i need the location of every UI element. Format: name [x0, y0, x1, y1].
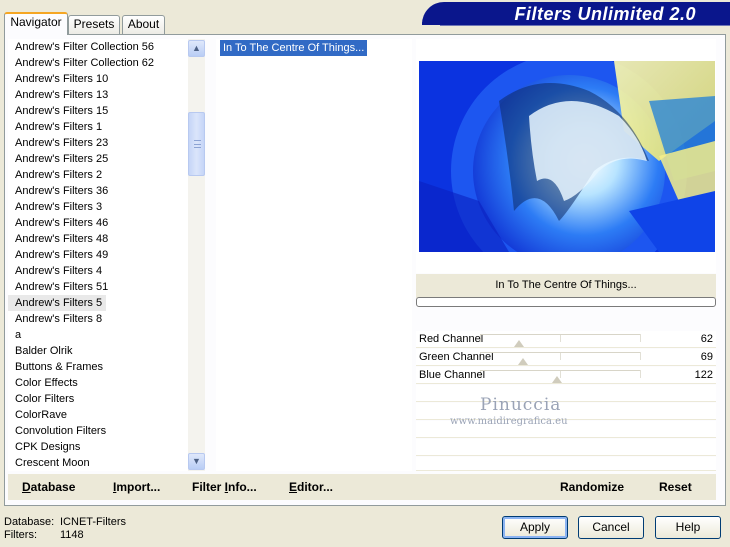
category-item[interactable]: Andrew's Filters 2 — [8, 167, 188, 183]
slider-value: 69 — [700, 351, 713, 363]
status-database-value: ICNET-Filters — [60, 516, 126, 528]
database-button-label: atabase — [30, 480, 76, 494]
category-item[interactable]: Convolution Filters — [8, 423, 188, 439]
slider-track[interactable] — [480, 352, 640, 353]
category-item[interactable]: Color Filters — [8, 391, 188, 407]
grip-icon — [194, 140, 201, 148]
category-item[interactable]: Andrew's Filter Collection 56 — [8, 39, 188, 55]
status-database-label: Database: — [4, 516, 55, 528]
filter-item[interactable]: In To The Centre Of Things... — [220, 40, 368, 56]
header-banner: Filters Unlimited 2.0 — [422, 2, 730, 25]
import-button-label: mport... — [116, 480, 161, 494]
slider-row[interactable]: Red Channel 62 — [416, 331, 716, 348]
category-item[interactable]: Andrew's Filter Collection 62 — [8, 55, 188, 71]
filter-name-label: In To The Centre Of Things... — [416, 274, 716, 298]
category-item[interactable]: Andrew's Filters 5 — [8, 295, 107, 311]
randomize-button[interactable]: Randomize — [560, 480, 624, 494]
editor-button[interactable]: Editor... — [289, 480, 333, 494]
category-item[interactable]: Balder Olrik — [8, 343, 188, 359]
app-title: Filters Unlimited 2.0 — [514, 4, 696, 24]
scroll-up-button[interactable]: ▲ — [188, 40, 205, 57]
category-item[interactable]: a — [8, 327, 188, 343]
slider-row[interactable]: Blue Channel 122 — [416, 367, 716, 384]
scroll-down-button[interactable]: ▼ — [188, 453, 205, 470]
category-item[interactable]: Andrew's Filters 1 — [8, 119, 188, 135]
category-item[interactable]: Andrew's Filters 25 — [8, 151, 188, 167]
slider-track[interactable] — [480, 334, 640, 335]
slider-label: Red Channel — [419, 333, 484, 345]
category-item[interactable]: Color Effects — [8, 375, 188, 391]
editor-button-label: ditor... — [297, 480, 334, 494]
filter-info-button[interactable]: Filter Info... — [192, 480, 257, 494]
category-item[interactable]: CPK Designs — [8, 439, 188, 455]
category-item[interactable]: Andrew's Filters 48 — [8, 231, 188, 247]
filters-unlimited-dialog: Filters Unlimited 2.0 Presets About Navi… — [0, 0, 730, 547]
slider-row[interactable]: Green Channel 69 — [416, 349, 716, 366]
database-button-mnemonic: D — [22, 480, 31, 494]
database-button[interactable]: Database — [22, 480, 75, 494]
slider-value: 122 — [694, 369, 713, 381]
cancel-button[interactable]: Cancel — [578, 516, 644, 539]
watermark-name: Pinuccia — [480, 395, 562, 415]
apply-button[interactable]: Apply — [502, 516, 568, 539]
slider-label: Blue Channel — [419, 369, 486, 381]
status-filters-label: Filters: — [4, 529, 37, 541]
help-button[interactable]: Help — [655, 516, 721, 539]
slider-tick — [640, 352, 641, 360]
category-scrollbar[interactable]: ▲ ▼ — [188, 39, 205, 471]
slider-tick — [640, 334, 641, 342]
category-item[interactable]: Andrew's Filters 36 — [8, 183, 188, 199]
slider-tick — [560, 334, 561, 342]
filter-info-button-label: nfo... — [228, 480, 257, 494]
preview-image — [419, 61, 715, 252]
category-item[interactable]: Andrew's Filters 10 — [8, 71, 188, 87]
import-button[interactable]: Import... — [113, 480, 160, 494]
category-item[interactable]: Andrew's Filters 13 — [8, 87, 188, 103]
slider-tick — [640, 370, 641, 378]
slider-thumb[interactable] — [518, 358, 529, 365]
empty-slider-row — [416, 385, 716, 402]
status-filters-value: 1148 — [60, 529, 84, 541]
tab-presets[interactable]: Presets — [68, 15, 120, 34]
tab-about[interactable]: About — [122, 15, 165, 34]
category-item[interactable]: Andrew's Filters 51 — [8, 279, 188, 295]
category-item[interactable]: Andrew's Filters 23 — [8, 135, 188, 151]
category-item[interactable]: Andrew's Filters 4 — [8, 263, 188, 279]
category-item[interactable]: Buttons & Frames — [8, 359, 188, 375]
empty-slider-row — [416, 457, 716, 471]
tab-navigator[interactable]: Navigator — [4, 12, 68, 35]
slider-thumb[interactable] — [551, 376, 562, 383]
slider-value: 62 — [700, 333, 713, 345]
slider-thumb[interactable] — [513, 340, 524, 347]
status-filters: Filters: 1148 — [4, 529, 84, 541]
slider-track[interactable] — [480, 370, 640, 371]
scroll-thumb[interactable] — [188, 112, 205, 176]
editor-button-mnemonic: E — [289, 480, 298, 494]
category-item[interactable]: Andrew's Filters 15 — [8, 103, 188, 119]
empty-slider-row — [416, 439, 716, 456]
category-item[interactable]: Andrew's Filters 8 — [8, 311, 188, 327]
progress-bar — [416, 297, 716, 307]
status-database: Database: ICNET-Filters — [4, 516, 126, 528]
reset-button[interactable]: Reset — [659, 480, 692, 494]
category-item[interactable]: Crescent Moon — [8, 455, 188, 471]
slider-tick — [560, 352, 561, 360]
category-list[interactable]: Andrew's Filter Collection 56 Andrew's Fi… — [8, 39, 188, 471]
category-item[interactable]: Andrew's Filters 3 — [8, 199, 188, 215]
category-item[interactable]: Andrew's Filters 49 — [8, 247, 188, 263]
category-item[interactable]: Andrew's Filters 46 — [8, 215, 188, 231]
category-item[interactable]: ColorRave — [8, 407, 188, 423]
preview-artwork — [419, 61, 715, 252]
filter-info-button-prefix: Filter — [192, 480, 225, 494]
filter-list[interactable]: In To The Centre Of Things... — [216, 39, 412, 471]
watermark-url: www.maidiregrafica.eu — [450, 416, 568, 427]
